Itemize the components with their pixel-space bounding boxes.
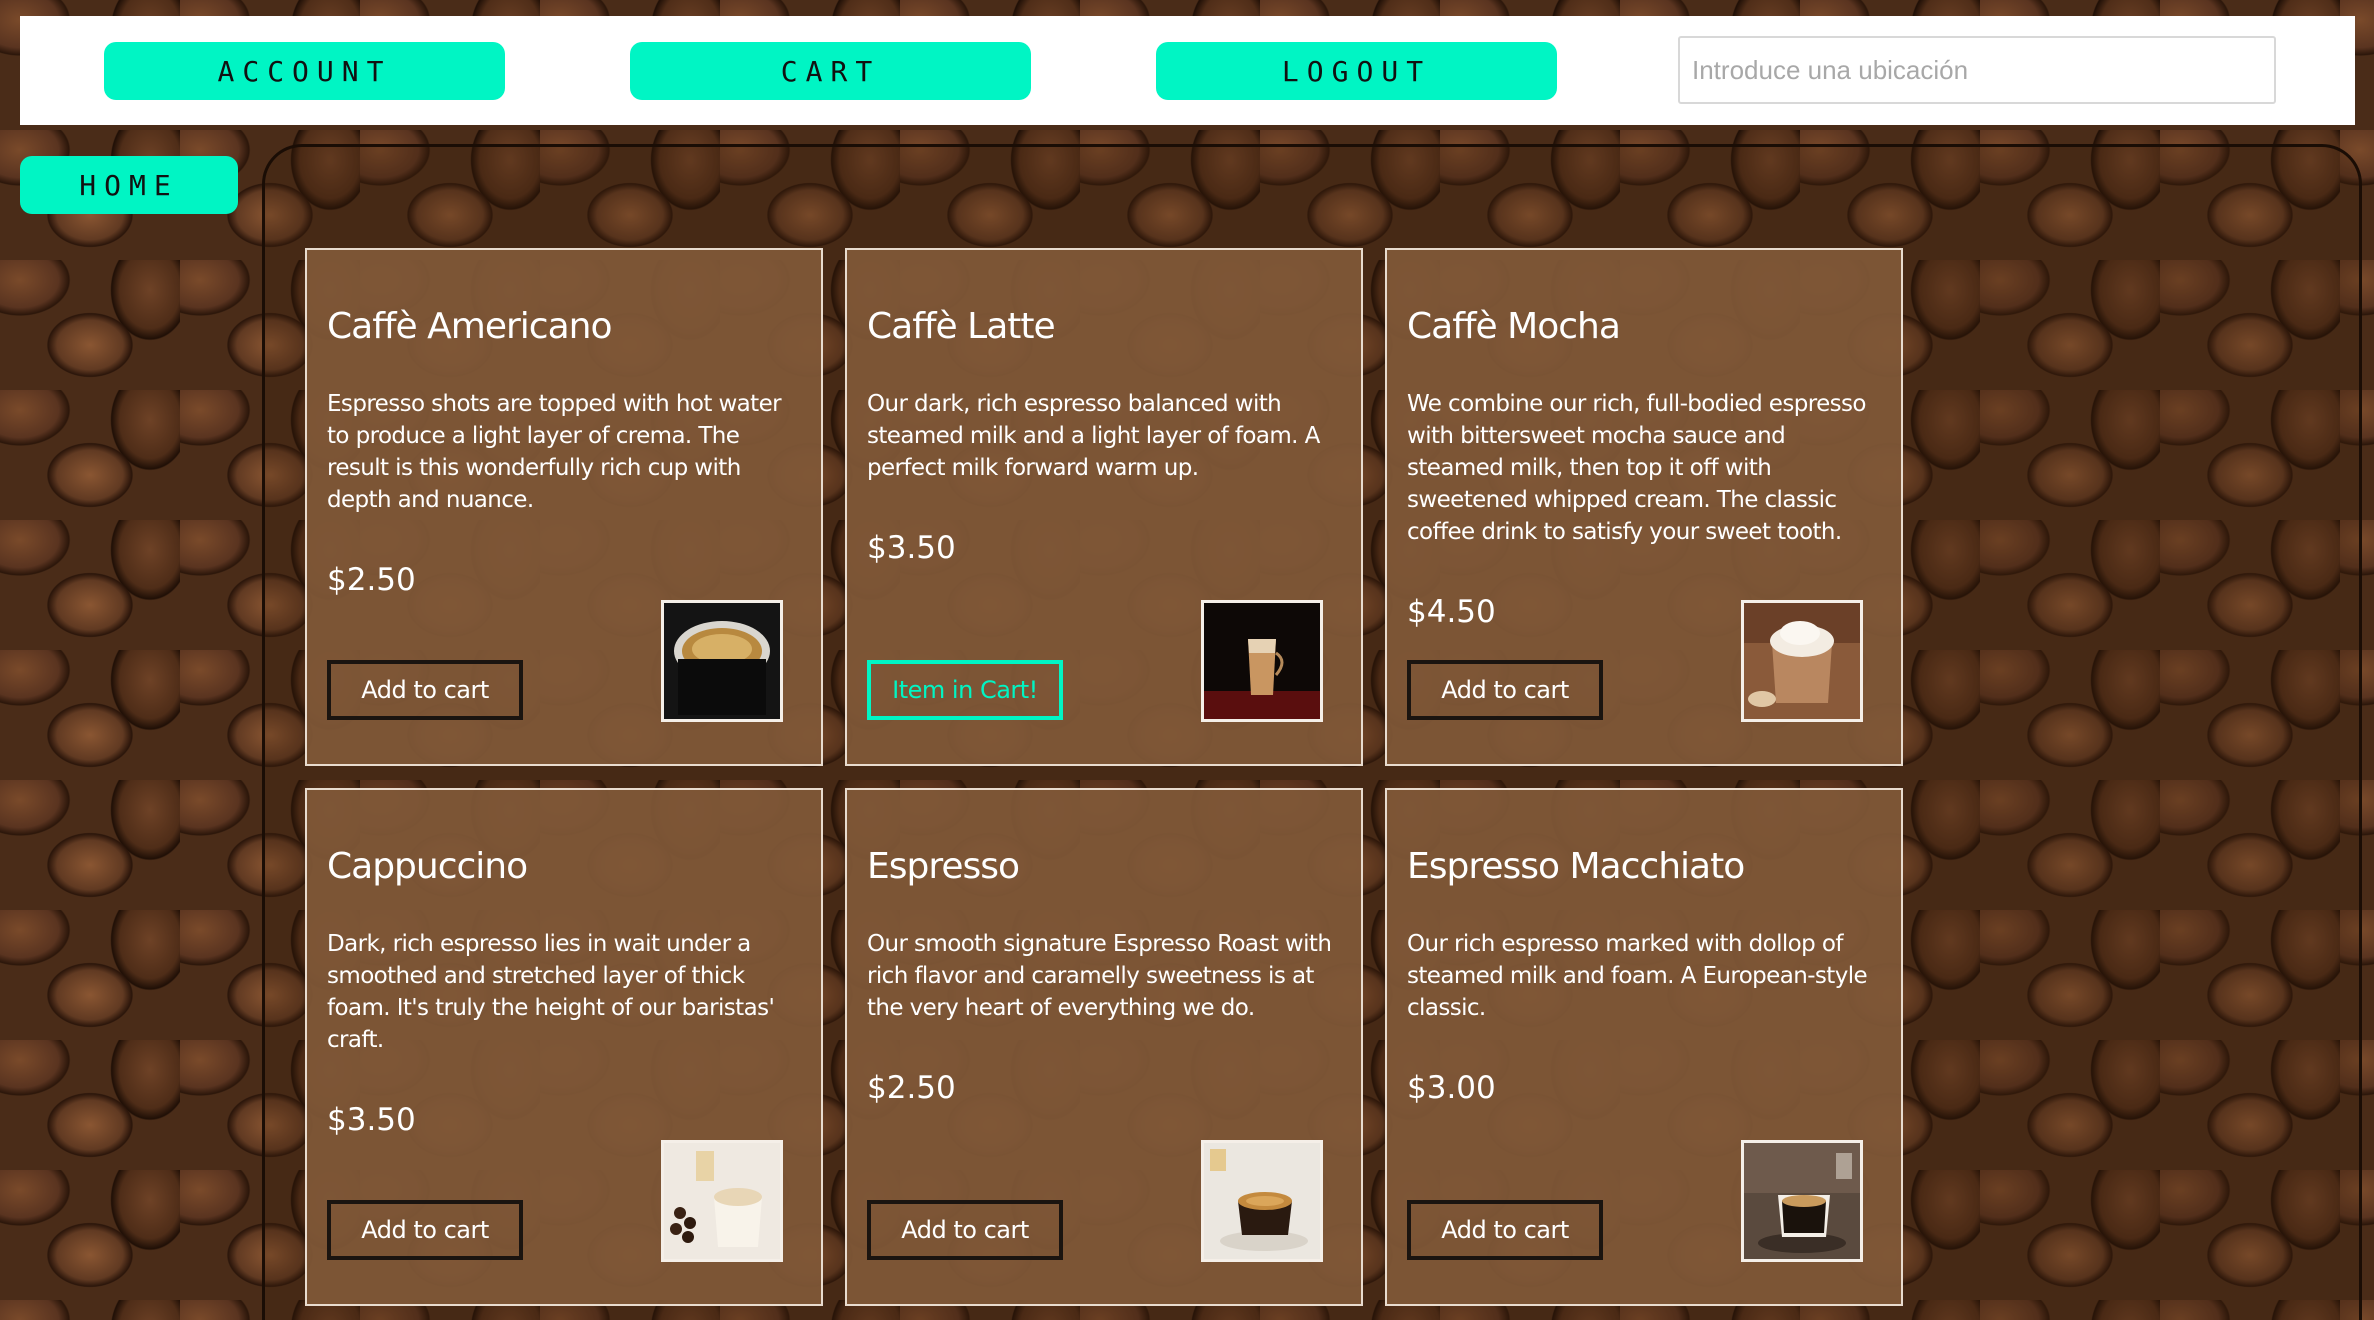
product-price: $3.50 — [867, 530, 956, 566]
product-description: Espresso shots are topped with hot water… — [327, 391, 782, 513]
americano-cup-icon — [661, 600, 783, 722]
mocha-mug-icon — [1741, 600, 1863, 722]
product-title: Caffè Latte — [867, 306, 1056, 347]
macchiato-cup-icon — [1741, 1140, 1863, 1262]
product-description: We combine our rich, full-bodied espress… — [1407, 391, 1866, 545]
product-description: Dark, rich espresso lies in wait under a… — [327, 931, 775, 1053]
item-in-cart-button[interactable]: Item in Cart! — [867, 660, 1063, 720]
product-description: Our rich espresso marked with dollop of … — [1407, 931, 1868, 1021]
add-to-cart-button[interactable]: Add to cart — [1407, 1200, 1603, 1260]
product-panel: Caffè Americano Espresso shots are toppe… — [262, 144, 2362, 1320]
product-card-espresso-macchiato: Espresso Macchiato Our rich espresso mar… — [1385, 788, 1903, 1306]
product-card-caffe-americano: Caffè Americano Espresso shots are toppe… — [305, 248, 823, 766]
product-title: Espresso Macchiato — [1407, 846, 1745, 887]
product-card-cappuccino: Cappuccino Dark, rich espresso lies in w… — [305, 788, 823, 1306]
logout-button[interactable]: LOGOUT — [1156, 42, 1557, 100]
add-to-cart-button[interactable]: Add to cart — [1407, 660, 1603, 720]
espresso-cup-icon — [1201, 1140, 1323, 1262]
add-to-cart-button[interactable]: Add to cart — [867, 1200, 1063, 1260]
product-price: $3.50 — [327, 1102, 416, 1138]
product-description: Our smooth signature Espresso Roast with… — [867, 931, 1332, 1021]
product-price: $3.00 — [1407, 1070, 1496, 1106]
add-to-cart-button[interactable]: Add to cart — [327, 660, 523, 720]
product-price: $2.50 — [867, 1070, 956, 1106]
product-title: Cappuccino — [327, 846, 528, 887]
product-description: Our dark, rich espresso balanced with st… — [867, 391, 1320, 481]
add-to-cart-button[interactable]: Add to cart — [327, 1200, 523, 1260]
product-price: $4.50 — [1407, 594, 1496, 630]
product-card-caffe-latte: Caffè Latte Our dark, rich espresso bala… — [845, 248, 1363, 766]
top-nav-bar: ACCOUNT CART LOGOUT — [20, 16, 2355, 125]
latte-glass-icon — [1201, 600, 1323, 722]
product-price: $2.50 — [327, 562, 416, 598]
product-title: Caffè Americano — [327, 306, 612, 347]
product-card-caffe-mocha: Caffè Mocha We combine our rich, full-bo… — [1385, 248, 1903, 766]
product-title: Caffè Mocha — [1407, 306, 1621, 347]
location-search-input[interactable] — [1678, 36, 2276, 104]
cart-button[interactable]: CART — [630, 42, 1031, 100]
home-button[interactable]: HOME — [20, 156, 238, 214]
cappuccino-cup-icon — [661, 1140, 783, 1262]
product-title: Espresso — [867, 846, 1020, 887]
product-card-espresso: Espresso Our smooth signature Espresso R… — [845, 788, 1363, 1306]
account-button[interactable]: ACCOUNT — [104, 42, 505, 100]
